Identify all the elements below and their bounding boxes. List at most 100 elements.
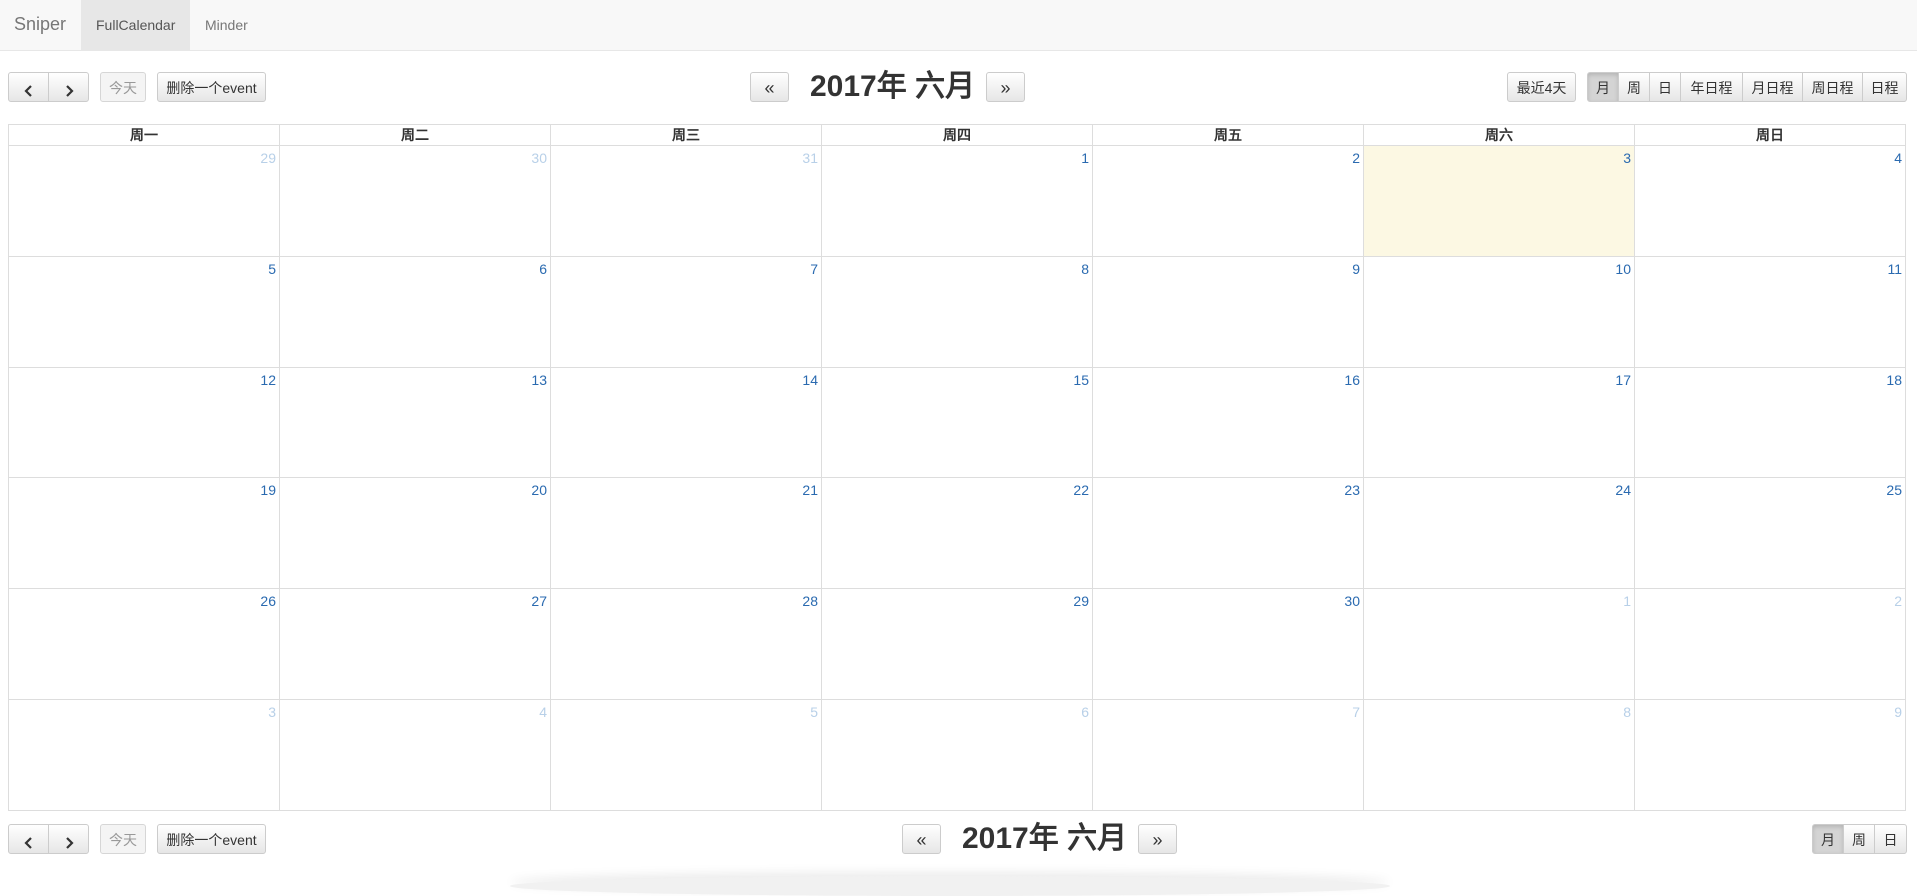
today-button[interactable]: 今天 (100, 72, 146, 102)
day-cell[interactable]: 8 (1363, 699, 1635, 811)
footer-next-month-button[interactable] (48, 824, 89, 854)
day-number: 29 (1073, 593, 1089, 610)
recent-4-days-button[interactable]: 最近4天 (1507, 72, 1576, 102)
day-cell[interactable]: 21 (550, 477, 822, 590)
footer-prev-month-button[interactable] (8, 824, 49, 854)
day-cell[interactable]: 5 (550, 699, 822, 811)
day-cell[interactable]: 4 (1634, 145, 1906, 257)
day-cell[interactable]: 3 (8, 699, 280, 811)
day-number: 9 (1352, 260, 1360, 277)
weekday-header: 周五 (1092, 124, 1364, 146)
day-cell[interactable]: 6 (279, 255, 551, 368)
nav-item-fullcalendar[interactable]: FullCalendar (81, 0, 191, 50)
day-cell[interactable]: 1 (1363, 588, 1635, 701)
day-cell[interactable]: 2 (1092, 145, 1364, 257)
day-number: 8 (1623, 704, 1631, 721)
day-number: 12 (260, 371, 276, 388)
day-cell[interactable]: 12 (8, 366, 280, 479)
delete-event-button[interactable]: 删除一个event (157, 72, 266, 102)
day-number: 19 (260, 482, 276, 499)
day-number: 7 (810, 260, 818, 277)
day-number: 22 (1073, 482, 1089, 499)
calendar-title: 2017年 六月 (810, 70, 976, 103)
day-cell[interactable]: 4 (279, 699, 551, 811)
drop-shadow (510, 876, 1390, 896)
today-cell[interactable]: 3 (1363, 145, 1635, 257)
weekday-header: 周六 (1363, 124, 1635, 146)
view-week-agenda-button[interactable]: 周日程 (1802, 72, 1863, 102)
day-number: 10 (1615, 260, 1631, 277)
day-number: 27 (531, 593, 547, 610)
day-cell[interactable]: 9 (1634, 699, 1906, 811)
day-number: 2 (1352, 150, 1360, 166)
day-number: 11 (1887, 260, 1902, 277)
footer-view-week-button[interactable]: 周 (1843, 824, 1875, 854)
day-number: 17 (1615, 371, 1631, 388)
footer-next-year-button[interactable]: » (1138, 824, 1177, 854)
day-cell[interactable]: 30 (279, 145, 551, 257)
footer-view-month-button[interactable]: 月 (1812, 824, 1844, 854)
next-month-button[interactable] (48, 72, 89, 102)
day-number: 6 (1081, 704, 1089, 721)
day-cell[interactable]: 17 (1363, 366, 1635, 479)
day-cell[interactable]: 16 (1092, 366, 1364, 479)
day-cell[interactable]: 1 (821, 145, 1093, 257)
footer-calendar-title: 2017年 六月 (962, 822, 1128, 855)
day-cell[interactable]: 13 (279, 366, 551, 479)
day-cell[interactable]: 27 (279, 588, 551, 701)
day-cell[interactable]: 29 (8, 145, 280, 257)
day-cell[interactable]: 8 (821, 255, 1093, 368)
view-agenda-button[interactable]: 日程 (1862, 72, 1907, 102)
chevron-left-icon (23, 85, 32, 97)
nav-item-minder[interactable]: Minder (190, 0, 263, 50)
day-cell[interactable]: 11 (1634, 255, 1906, 368)
prev-year-button[interactable]: « (750, 72, 789, 102)
day-number: 2 (1894, 593, 1902, 610)
day-cell[interactable]: 5 (8, 255, 280, 368)
view-year-agenda-button[interactable]: 年日程 (1680, 72, 1743, 102)
prev-month-button[interactable] (8, 72, 49, 102)
day-cell[interactable]: 7 (550, 255, 822, 368)
view-month-button[interactable]: 月 (1587, 72, 1619, 102)
day-number: 4 (1894, 150, 1902, 166)
day-cell[interactable]: 20 (279, 477, 551, 590)
day-cell[interactable]: 22 (821, 477, 1093, 590)
day-cell[interactable]: 30 (1092, 588, 1364, 701)
day-cell[interactable]: 28 (550, 588, 822, 701)
footer-prev-year-button[interactable]: « (902, 824, 941, 854)
view-week-button[interactable]: 周 (1618, 72, 1650, 102)
day-cell[interactable]: 7 (1092, 699, 1364, 811)
footer-view-day-button[interactable]: 日 (1874, 824, 1907, 854)
next-year-button[interactable]: » (986, 72, 1025, 102)
footer-delete-event-button[interactable]: 删除一个event (157, 824, 266, 854)
day-cell[interactable]: 26 (8, 588, 280, 701)
day-cell[interactable]: 10 (1363, 255, 1635, 368)
day-number: 5 (268, 260, 276, 277)
day-cell[interactable]: 18 (1634, 366, 1906, 479)
weekday-header: 周三 (550, 124, 822, 146)
navbar: Sniper FullCalendar Minder (0, 0, 1917, 51)
day-number: 25 (1886, 482, 1902, 499)
weekday-header: 周二 (279, 124, 551, 146)
footer-today-button[interactable]: 今天 (100, 824, 146, 854)
day-number: 20 (531, 482, 547, 499)
week-row: 5 6 7 8 9 10 11 (8, 255, 1906, 368)
day-cell[interactable]: 31 (550, 145, 822, 257)
view-month-agenda-button[interactable]: 月日程 (1742, 72, 1803, 102)
week-row: 26 27 28 29 30 1 2 (8, 588, 1906, 701)
brand-link[interactable]: Sniper (14, 14, 66, 35)
day-cell[interactable]: 24 (1363, 477, 1635, 590)
day-cell[interactable]: 6 (821, 699, 1093, 811)
day-cell[interactable]: 14 (550, 366, 822, 479)
day-cell[interactable]: 29 (821, 588, 1093, 701)
day-number: 13 (531, 371, 547, 388)
day-cell[interactable]: 19 (8, 477, 280, 590)
day-cell[interactable]: 15 (821, 366, 1093, 479)
day-cell[interactable]: 9 (1092, 255, 1364, 368)
day-cell[interactable]: 23 (1092, 477, 1364, 590)
day-cell[interactable]: 25 (1634, 477, 1906, 590)
day-cell[interactable]: 2 (1634, 588, 1906, 701)
view-day-button[interactable]: 日 (1649, 72, 1681, 102)
day-number: 23 (1344, 482, 1360, 499)
day-number: 31 (802, 150, 818, 166)
